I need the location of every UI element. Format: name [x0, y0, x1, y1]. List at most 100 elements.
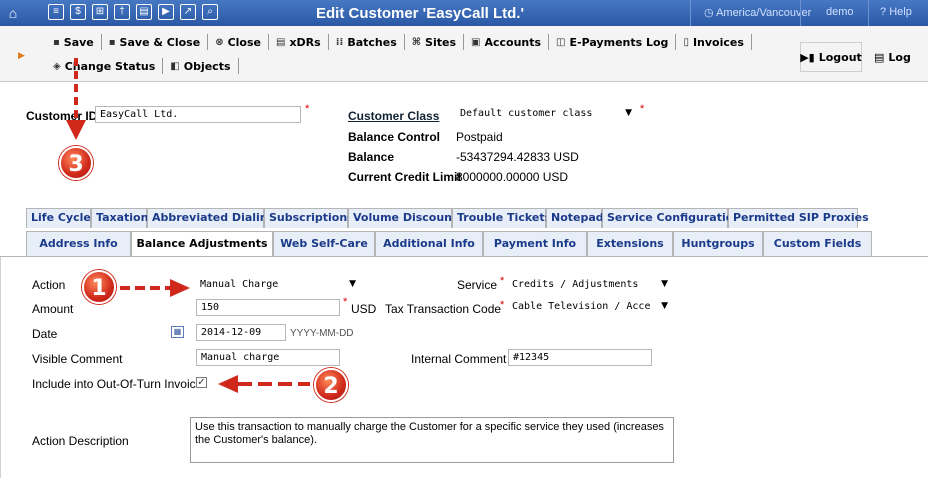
- required-mark: *: [500, 299, 505, 311]
- tab-additional-info[interactable]: Additional Info: [375, 231, 483, 257]
- action-value: Manual Charge: [200, 279, 279, 290]
- tab-volume-discounts[interactable]: Volume Discounts: [348, 208, 464, 228]
- balance-control-label: Balance Control: [348, 130, 441, 144]
- xdrs-button[interactable]: ▤ xDRs: [269, 34, 329, 50]
- tab-web-self-care[interactable]: Web Self-Care: [273, 231, 375, 257]
- objects-label: Objects: [183, 59, 231, 73]
- accounts-label: Accounts: [484, 35, 542, 49]
- floppy-icon: ▪: [108, 36, 116, 48]
- timezone-label: America/Vancouver: [716, 7, 812, 19]
- terminal-icon[interactable]: ▤: [136, 4, 152, 20]
- invoices-button[interactable]: ▯ Invoices: [676, 34, 752, 50]
- objects-icon: ◧: [170, 60, 180, 72]
- user-link[interactable]: demo: [826, 6, 854, 18]
- customer-id-input[interactable]: EasyCall Ltd.: [95, 106, 301, 123]
- panel-left-border: [0, 257, 1, 478]
- tab-baseline: [0, 256, 928, 257]
- e-payments-log-button[interactable]: ◫ E-Payments Log: [549, 34, 677, 50]
- person-icon[interactable]: †: [114, 4, 130, 20]
- customer-class-value: Default customer class: [460, 108, 593, 119]
- payment-icon: ◫: [556, 36, 566, 48]
- amount-input[interactable]: 150: [196, 299, 340, 316]
- balance-label: Balance: [348, 150, 395, 164]
- tab-notepad[interactable]: Notepad: [546, 208, 604, 228]
- calendar-icon[interactable]: ▦: [171, 326, 184, 338]
- header-divider: [690, 0, 691, 26]
- visible-comment-input[interactable]: Manual charge: [196, 349, 340, 366]
- tab-trouble-tickets[interactable]: Trouble Tickets: [452, 208, 551, 228]
- tab-balance-adjustments[interactable]: Balance Adjustments: [131, 231, 273, 257]
- save-close-button[interactable]: ▪ Save & Close: [102, 34, 209, 50]
- header-divider: [868, 0, 869, 26]
- action-description-label: Action Description: [32, 434, 129, 448]
- tab-custom-fields[interactable]: Custom Fields: [763, 231, 872, 257]
- date-input[interactable]: 2014-12-09: [196, 324, 286, 341]
- top-header-bar: ⌂ ≡ $ ⊞ † ▤ ▶ ↗ ⌕ Edit Customer 'EasyCal…: [0, 0, 928, 26]
- xdrs-label: xDRs: [289, 35, 321, 49]
- annotation-badge-3: 3: [59, 146, 93, 180]
- tab-extensions[interactable]: Extensions: [587, 231, 673, 257]
- tax-code-label: Tax Transaction Code: [385, 302, 502, 316]
- chart-icon[interactable]: ↗: [180, 4, 196, 20]
- close-button[interactable]: ⊗ Close: [208, 34, 269, 50]
- tab-payment-info[interactable]: Payment Info: [483, 231, 587, 257]
- date-format-hint: YYYY-MM-DD: [290, 328, 354, 339]
- credit-limit-label: Current Credit Limit: [348, 170, 462, 184]
- help-link[interactable]: ? Help: [880, 6, 912, 18]
- save-label: Save: [63, 35, 94, 49]
- toolbar-row-1: ▪ Save ▪ Save & Close ⊗ Close ▤ xDRs ⁞⁞ Batch…: [46, 34, 752, 50]
- batches-button[interactable]: ⁞⁞ Batches: [329, 34, 405, 50]
- tab-huntgroups[interactable]: Huntgroups: [673, 231, 763, 257]
- tab-address-info[interactable]: Address Info: [26, 231, 131, 257]
- save-button[interactable]: ▪ Save: [46, 34, 102, 50]
- customer-class-select[interactable]: Default customer class ▼: [456, 106, 636, 123]
- required-mark: *: [640, 103, 645, 115]
- annotation-arrow-2: [218, 375, 310, 393]
- tab-life-cycle[interactable]: Life Cycle: [26, 208, 91, 228]
- sites-button[interactable]: ⌘ Sites: [405, 34, 464, 50]
- required-mark: *: [500, 275, 505, 287]
- close-circle-icon: ⊗: [215, 36, 224, 48]
- internal-comment-label: Internal Comment: [411, 352, 507, 366]
- tab-abbreviated-dialing[interactable]: Abbreviated Dialing: [147, 208, 276, 228]
- date-label: Date: [32, 327, 58, 341]
- home-icon[interactable]: ⌂: [4, 4, 22, 22]
- header-divider: [800, 0, 801, 26]
- dollar-icon[interactable]: $: [70, 4, 86, 20]
- action-select[interactable]: Manual Charge ▼: [196, 277, 360, 294]
- objects-button[interactable]: ◧ Objects: [163, 58, 239, 74]
- menu-icon[interactable]: ≡: [48, 4, 64, 20]
- routing-icon[interactable]: ▶: [158, 4, 174, 20]
- internal-comment-input[interactable]: #12345: [508, 349, 652, 366]
- logout-button[interactable]: ▶▮ Logout: [800, 42, 862, 72]
- customer-class-label: Customer Class: [348, 109, 440, 123]
- timezone-link[interactable]: ◷ America/Vancouver: [704, 6, 811, 19]
- floppy-icon: ▪: [53, 36, 60, 48]
- grid-icon[interactable]: ⊞: [92, 4, 108, 20]
- invoice-icon: ▯: [683, 36, 689, 48]
- accounts-button[interactable]: ▣ Accounts: [464, 34, 550, 50]
- service-label: Service: [457, 278, 498, 292]
- search-icon[interactable]: ⌕: [202, 4, 218, 20]
- chevron-down-icon: ▼: [349, 279, 356, 289]
- customer-class-link[interactable]: Customer Class: [348, 109, 439, 123]
- log-label: Log: [888, 50, 911, 64]
- include-invoice-checkbox[interactable]: ✓: [196, 377, 207, 388]
- tabs-row-2: Address Info Balance Adjustments Web Sel…: [26, 231, 872, 257]
- collapse-arrow-icon[interactable]: ▶: [18, 50, 25, 61]
- balance-value: -53437294.42833 USD: [456, 150, 579, 164]
- close-label: Close: [227, 35, 261, 49]
- log-icon: ▤: [874, 50, 885, 64]
- tab-taxation[interactable]: Taxation: [91, 208, 148, 228]
- log-button[interactable]: ▤ Log: [868, 42, 928, 72]
- quick-nav-icons: ≡ $ ⊞ † ▤ ▶ ↗ ⌕: [48, 4, 218, 20]
- tab-service-configuration[interactable]: Service Configuration: [602, 208, 741, 228]
- service-select[interactable]: Credits / Adjustments ▼: [508, 277, 672, 294]
- credit-limit-value: 8000000.00000 USD: [456, 170, 569, 184]
- sites-label: Sites: [425, 35, 456, 49]
- annotation-arrow-1: [120, 279, 190, 297]
- include-invoice-label: Include into Out-Of-Turn Invoice: [32, 377, 203, 391]
- tab-permitted-sip-proxies[interactable]: Permitted SIP Proxies: [728, 208, 869, 228]
- tab-subscriptions[interactable]: Subscriptions: [264, 208, 354, 228]
- tax-code-select[interactable]: Cable Television / Acce ▼: [508, 299, 672, 316]
